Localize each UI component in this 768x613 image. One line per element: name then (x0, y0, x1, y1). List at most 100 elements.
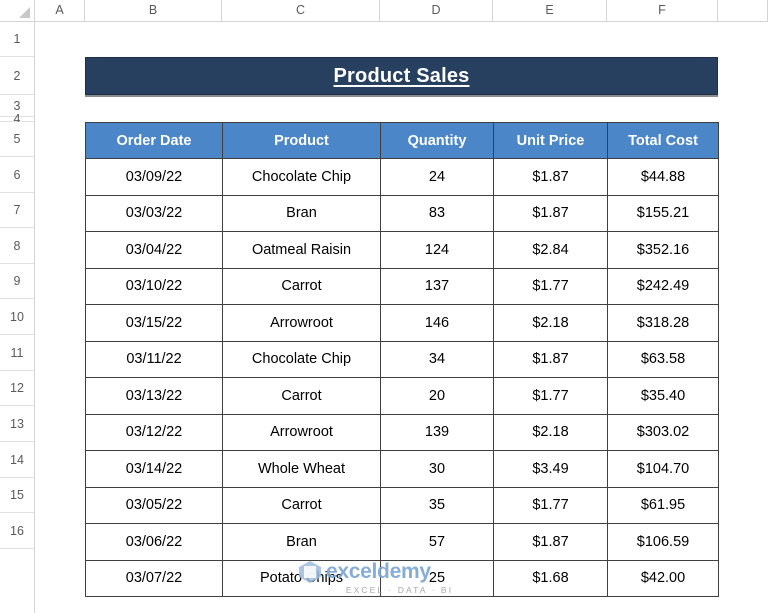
row-header-14[interactable]: 14 (0, 442, 34, 478)
cell-total-cost[interactable]: $104.70 (607, 450, 719, 488)
column-header-f[interactable]: F (607, 0, 718, 21)
cell-order-date[interactable]: 03/15/22 (85, 304, 223, 342)
cell-total-cost[interactable]: $61.95 (607, 486, 719, 524)
cell-unit-price[interactable]: $3.49 (493, 450, 608, 488)
cell-total-cost[interactable]: $318.28 (607, 304, 719, 342)
column-header-a[interactable]: A (35, 0, 85, 21)
column-header-product[interactable]: Product (222, 122, 381, 159)
column-header-g[interactable] (718, 0, 768, 21)
cell-unit-price[interactable]: $1.77 (493, 267, 608, 305)
cell-unit-price[interactable]: $2.84 (493, 231, 608, 269)
cell-product[interactable]: Carrot (222, 267, 381, 305)
cell-unit-price[interactable]: $1.87 (493, 194, 608, 232)
cell-unit-price[interactable]: $2.18 (493, 304, 608, 342)
cell-quantity[interactable]: 20 (380, 377, 494, 415)
cell-total-cost[interactable]: $106.59 (607, 523, 719, 561)
cell-quantity[interactable]: 24 (380, 158, 494, 196)
row-header-15[interactable]: 15 (0, 478, 34, 513)
cell-order-date[interactable]: 03/10/22 (85, 267, 223, 305)
column-header-d[interactable]: D (380, 0, 493, 21)
table-row: 03/09/22 Chocolate Chip 24 $1.87 $44.88 (85, 158, 719, 196)
column-header-total-cost[interactable]: Total Cost (607, 122, 719, 159)
cell-order-date[interactable]: 03/06/22 (85, 523, 223, 561)
cell-total-cost[interactable]: $352.16 (607, 231, 719, 269)
title-banner: Product Sales (85, 57, 718, 95)
cell-order-date[interactable]: 03/07/22 (85, 559, 223, 597)
cell-quantity[interactable]: 137 (380, 267, 494, 305)
select-all-corner[interactable] (0, 0, 35, 21)
column-header-order-date[interactable]: Order Date (85, 122, 223, 159)
cell-total-cost[interactable]: $303.02 (607, 413, 719, 451)
column-header-c[interactable]: C (222, 0, 380, 21)
cell-order-date[interactable]: 03/09/22 (85, 158, 223, 196)
table-row: 03/07/22 Potato Chips 25 $1.68 $42.00 (85, 559, 719, 597)
cell-product[interactable]: Arrowroot (222, 304, 381, 342)
cell-total-cost[interactable]: $44.88 (607, 158, 719, 196)
cell-order-date[interactable]: 03/12/22 (85, 413, 223, 451)
cell-order-date[interactable]: 03/04/22 (85, 231, 223, 269)
cell-unit-price[interactable]: $1.77 (493, 486, 608, 524)
row-header-8[interactable]: 8 (0, 228, 34, 264)
cell-quantity[interactable]: 35 (380, 486, 494, 524)
row-header-16[interactable]: 16 (0, 513, 34, 549)
row-header-9[interactable]: 9 (0, 264, 34, 299)
cell-quantity[interactable]: 30 (380, 450, 494, 488)
cell-total-cost[interactable]: $155.21 (607, 194, 719, 232)
row-header-1[interactable]: 1 (0, 22, 34, 57)
cell-order-date[interactable]: 03/13/22 (85, 377, 223, 415)
spreadsheet-grid: ABCDEF 1 2 3 4 5 6 7 8 9 10 11 12 13 14 15 16 Product S… (0, 0, 768, 613)
cell-product[interactable]: Chocolate Chip (222, 158, 381, 196)
row-header-5[interactable]: 5 (0, 122, 34, 157)
row-header-12[interactable]: 12 (0, 371, 34, 406)
cell-quantity[interactable]: 146 (380, 304, 494, 342)
select-all-triangle-icon (19, 7, 30, 18)
cell-total-cost[interactable]: $242.49 (607, 267, 719, 305)
cell-unit-price[interactable]: $1.68 (493, 559, 608, 597)
column-header-bar: ABCDEF (0, 0, 768, 22)
cell-product[interactable]: Chocolate Chip (222, 340, 381, 378)
cell-quantity[interactable]: 139 (380, 413, 494, 451)
row-header-7[interactable]: 7 (0, 193, 34, 228)
cell-order-date[interactable]: 03/05/22 (85, 486, 223, 524)
column-header-e[interactable]: E (493, 0, 607, 21)
cell-quantity[interactable]: 25 (380, 559, 494, 597)
row-header-13[interactable]: 13 (0, 406, 34, 442)
table-row: 03/12/22 Arrowroot 139 $2.18 $303.02 (85, 413, 719, 451)
cell-quantity[interactable]: 57 (380, 523, 494, 561)
cell-product[interactable]: Carrot (222, 377, 381, 415)
cell-quantity[interactable]: 124 (380, 231, 494, 269)
row-header-2[interactable]: 2 (0, 57, 34, 95)
row-header-bar: 1 2 3 4 5 6 7 8 9 10 11 12 13 14 15 16 (0, 22, 35, 613)
table-row: 03/03/22 Bran 83 $1.87 $155.21 (85, 194, 719, 232)
row-header-6[interactable]: 6 (0, 157, 34, 193)
table-row: 03/11/22 Chocolate Chip 34 $1.87 $63.58 (85, 340, 719, 378)
cell-unit-price[interactable]: $1.87 (493, 523, 608, 561)
cell-quantity[interactable]: 34 (380, 340, 494, 378)
cell-total-cost[interactable]: $42.00 (607, 559, 719, 597)
cell-product[interactable]: Carrot (222, 486, 381, 524)
column-header-quantity[interactable]: Quantity (380, 122, 494, 159)
cell-order-date[interactable]: 03/14/22 (85, 450, 223, 488)
column-header-unit-price[interactable]: Unit Price (493, 122, 608, 159)
cell-unit-price[interactable]: $1.77 (493, 377, 608, 415)
cell-total-cost[interactable]: $35.40 (607, 377, 719, 415)
table-row: 03/05/22 Carrot 35 $1.77 $61.95 (85, 486, 719, 524)
cell-product[interactable]: Whole Wheat (222, 450, 381, 488)
row-header-10[interactable]: 10 (0, 299, 34, 335)
cell-unit-price[interactable]: $2.18 (493, 413, 608, 451)
cell-product[interactable]: Potato Chips (222, 559, 381, 597)
cell-unit-price[interactable]: $1.87 (493, 158, 608, 196)
cell-total-cost[interactable]: $63.58 (607, 340, 719, 378)
row-header-11[interactable]: 11 (0, 335, 34, 371)
cell-order-date[interactable]: 03/11/22 (85, 340, 223, 378)
cell-product[interactable]: Bran (222, 523, 381, 561)
page-title: Product Sales (333, 64, 470, 87)
column-header-b[interactable]: B (85, 0, 222, 21)
cell-product[interactable]: Arrowroot (222, 413, 381, 451)
cell-order-date[interactable]: 03/03/22 (85, 194, 223, 232)
cell-product[interactable]: Oatmeal Raisin (222, 231, 381, 269)
cell-unit-price[interactable]: $1.87 (493, 340, 608, 378)
cell-quantity[interactable]: 83 (380, 194, 494, 232)
cell-product[interactable]: Bran (222, 194, 381, 232)
table-row: 03/06/22 Bran 57 $1.87 $106.59 (85, 523, 719, 561)
